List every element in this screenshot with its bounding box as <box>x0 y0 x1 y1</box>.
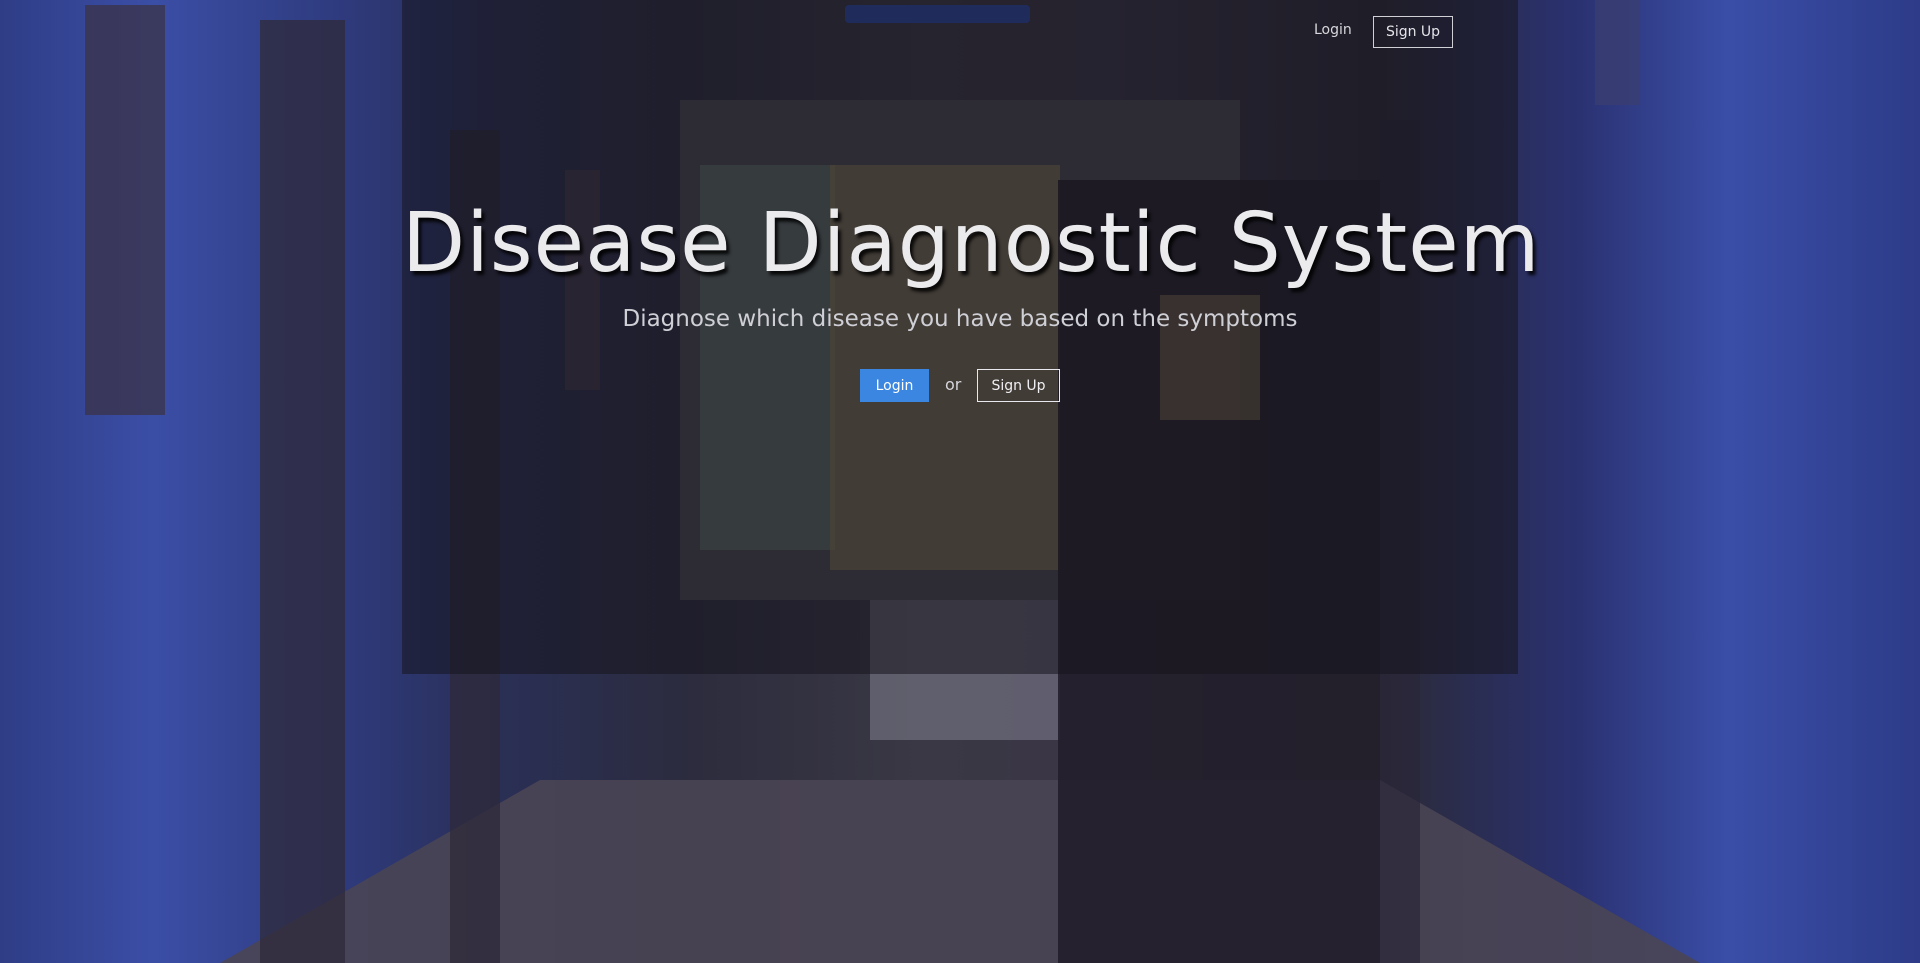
left-door-far <box>85 5 165 415</box>
page-title: Disease Diagnostic System <box>402 196 1541 291</box>
nav-login-link[interactable]: Login <box>1314 22 1352 38</box>
login-button[interactable]: Login <box>860 369 929 402</box>
nav-signup-button[interactable]: Sign Up <box>1373 16 1453 48</box>
signup-button[interactable]: Sign Up <box>977 369 1060 402</box>
floor <box>220 780 1700 963</box>
right-sign <box>1595 0 1640 105</box>
hero-overlay-panel <box>402 0 1518 674</box>
left-door <box>260 20 345 963</box>
or-separator: or <box>945 375 962 394</box>
page-subtitle: Diagnose which disease you have based on… <box>622 306 1298 332</box>
